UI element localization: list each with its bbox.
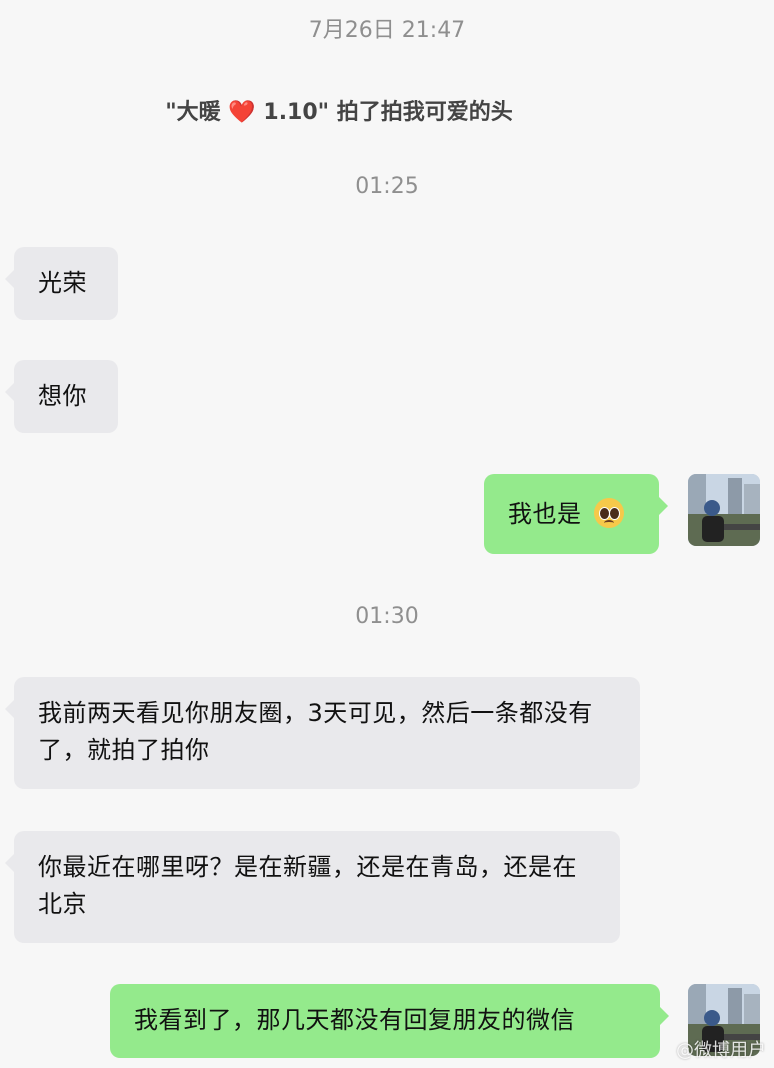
- message-text: 想你: [38, 382, 87, 410]
- outgoing-message-bubble[interactable]: 我看到了，那几天都没有回复朋友的微信: [110, 984, 669, 1058]
- outgoing-message-bubble[interactable]: 我也是: [484, 474, 668, 554]
- message-text: 我看到了，那几天都没有回复朋友的微信: [134, 1006, 575, 1034]
- timestamp: 01:30: [355, 604, 419, 629]
- timestamp: 01:25: [355, 174, 419, 199]
- incoming-message-bubble[interactable]: 我前两天看见你朋友圈，3天可见，然后一条都没有了，就拍了拍你: [5, 677, 640, 789]
- incoming-message-bubble[interactable]: 想你: [5, 360, 118, 433]
- incoming-message-bubble[interactable]: 你最近在哪里呀？是在新疆，还是在青岛，还是在北京: [5, 831, 620, 943]
- incoming-message-bubble[interactable]: 光荣: [5, 247, 118, 320]
- weibo-watermark: @微博用户: [676, 1040, 766, 1061]
- pleading-face-emoji-icon: [593, 498, 624, 528]
- my-avatar[interactable]: [688, 474, 760, 546]
- message-text: 光荣: [38, 269, 87, 297]
- message-text: 我前两天看见你朋友圈，3天可见，然后一条都没有了，就拍了拍你: [38, 699, 593, 764]
- message-text: 你最近在哪里呀？是在新疆，还是在青岛，还是在北京: [38, 853, 577, 918]
- pat-notice-suffix: 1.10" 拍了拍我可爱的头: [255, 100, 513, 125]
- avatar-photo-icon: [688, 474, 760, 546]
- timestamp: 7月26日 21:47: [308, 18, 466, 43]
- pat-notice-prefix: "大暖: [165, 100, 229, 125]
- pat-notice: "大暖 ❤️ 1.10" 拍了拍我可爱的头: [0, 94, 678, 126]
- heart-icon: ❤️: [228, 100, 256, 125]
- message-text: 我也是: [508, 500, 590, 528]
